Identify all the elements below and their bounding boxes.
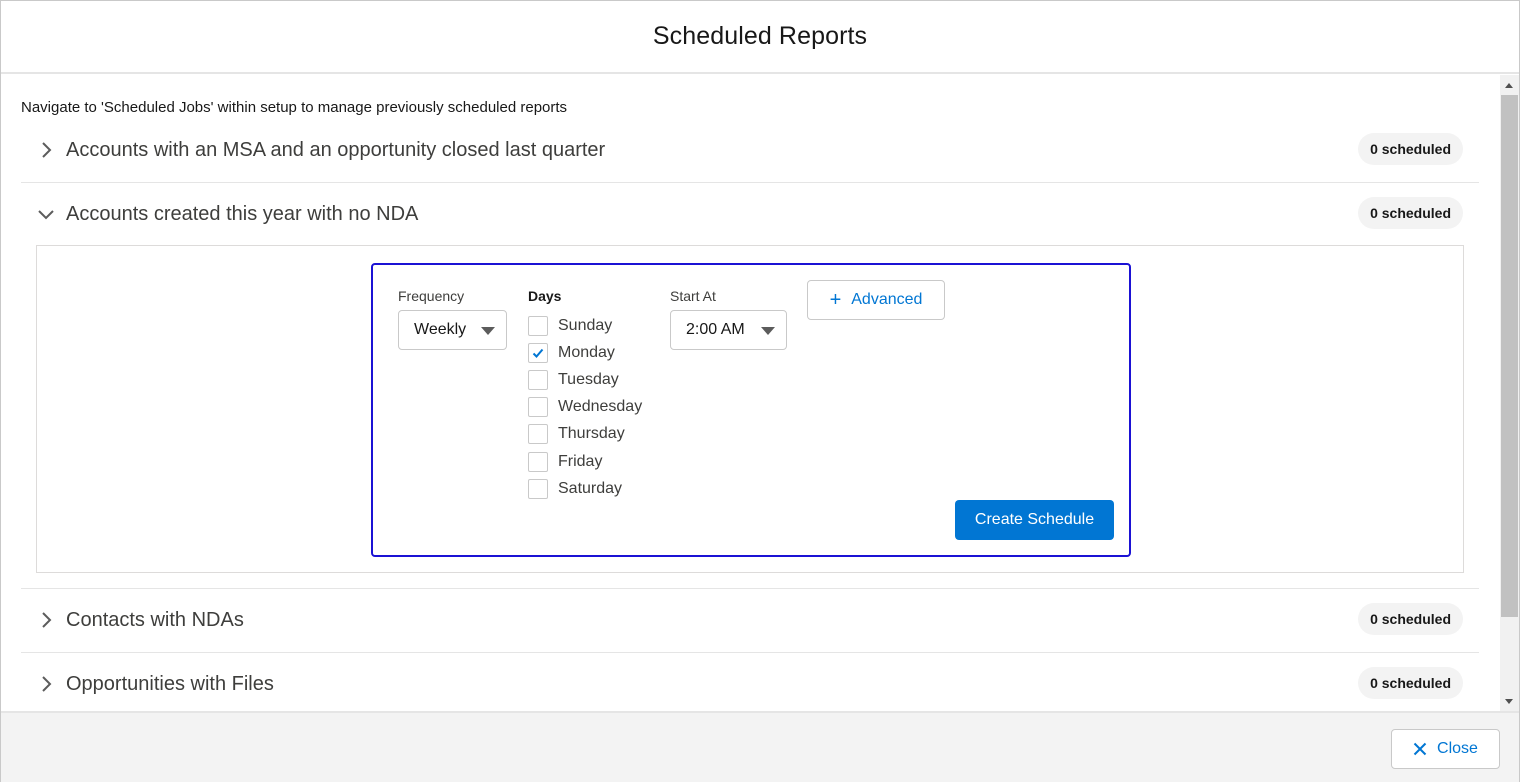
day-label: Monday	[558, 344, 615, 361]
checkbox[interactable]	[528, 316, 548, 336]
report-title[interactable]: Contacts with NDAs	[66, 609, 244, 632]
caret-down-icon	[481, 327, 495, 335]
scheduled-count-badge: 0 scheduled	[1358, 603, 1463, 635]
scroll-up-arrow-icon[interactable]	[1505, 83, 1513, 88]
report-title[interactable]: Accounts with an MSA and an opportunity …	[66, 139, 605, 162]
checkbox[interactable]	[528, 452, 548, 472]
frequency-value: Weekly	[414, 321, 467, 338]
start-at-select[interactable]: 2:00 AM	[670, 310, 787, 350]
day-checkbox-saturday[interactable]: Saturday	[528, 479, 622, 499]
day-checkbox-friday[interactable]: Friday	[528, 452, 602, 472]
scrollbar-thumb[interactable]	[1501, 95, 1518, 617]
close-button[interactable]: Close	[1391, 729, 1500, 769]
report-row[interactable]: Opportunities with Files 0 scheduled	[21, 653, 1479, 711]
days-label: Days	[528, 288, 562, 304]
scheduled-count-badge: 0 scheduled	[1358, 133, 1463, 165]
day-checkbox-monday[interactable]: Monday	[528, 343, 615, 363]
modal-footer: Close	[1, 711, 1519, 782]
report-row[interactable]: Accounts with an MSA and an opportunity …	[21, 119, 1479, 183]
start-at-label: Start At	[670, 288, 716, 304]
advanced-button[interactable]: + Advanced	[807, 280, 945, 320]
scheduled-count-badge: 0 scheduled	[1358, 667, 1463, 699]
modal-header: Scheduled Reports	[1, 1, 1519, 74]
checkbox[interactable]	[528, 397, 548, 417]
modal-body: Navigate to 'Scheduled Jobs' within setu…	[1, 75, 1519, 711]
checkmark-icon	[532, 348, 544, 358]
schedule-panel: Frequency Weekly Days Sunday Monday Tues…	[36, 245, 1464, 573]
report-title[interactable]: Accounts created this year with no NDA	[66, 203, 418, 226]
day-checkbox-sunday[interactable]: Sunday	[528, 316, 612, 336]
caret-down-icon	[761, 327, 775, 335]
scheduled-count-badge: 0 scheduled	[1358, 197, 1463, 229]
day-label: Saturday	[558, 480, 623, 497]
scheduled-jobs-note: Navigate to 'Scheduled Jobs' within setu…	[21, 99, 568, 116]
chevron-right-icon[interactable]	[37, 141, 55, 159]
scroll-down-arrow-icon[interactable]	[1505, 699, 1513, 704]
frequency-select[interactable]: Weekly	[398, 310, 507, 350]
chevron-right-icon[interactable]	[37, 611, 55, 629]
modal-title: Scheduled Reports	[652, 22, 868, 50]
frequency-label: Frequency	[398, 288, 465, 304]
start-at-value: 2:00 AM	[686, 321, 745, 338]
advanced-label: Advanced	[851, 291, 923, 308]
chevron-down-icon[interactable]	[37, 205, 55, 223]
scheduled-reports-modal: Scheduled Reports Navigate to 'Scheduled…	[0, 0, 1520, 782]
checkbox[interactable]	[528, 479, 548, 499]
day-label: Tuesday	[558, 371, 619, 388]
day-checkbox-tuesday[interactable]: Tuesday	[528, 370, 619, 390]
day-label: Sunday	[558, 317, 613, 334]
report-row[interactable]: Contacts with NDAs 0 scheduled	[21, 589, 1479, 653]
close-label: Close	[1437, 740, 1478, 757]
close-icon	[1413, 742, 1427, 756]
checkbox-checked[interactable]	[528, 343, 548, 363]
schedule-form: Frequency Weekly Days Sunday Monday Tues…	[371, 263, 1131, 557]
chevron-right-icon[interactable]	[37, 675, 55, 693]
report-row-expanded[interactable]: Accounts created this year with no NDA 0…	[21, 183, 1479, 247]
day-label: Thursday	[558, 425, 625, 442]
vertical-scrollbar[interactable]	[1500, 75, 1519, 711]
checkbox[interactable]	[528, 424, 548, 444]
plus-icon: +	[829, 289, 842, 311]
day-label: Wednesday	[558, 398, 643, 415]
create-schedule-button[interactable]: Create Schedule	[955, 500, 1114, 540]
checkbox[interactable]	[528, 370, 548, 390]
day-checkbox-wednesday[interactable]: Wednesday	[528, 397, 642, 417]
day-label: Friday	[558, 453, 603, 470]
report-title[interactable]: Opportunities with Files	[66, 673, 274, 696]
day-checkbox-thursday[interactable]: Thursday	[528, 424, 625, 444]
